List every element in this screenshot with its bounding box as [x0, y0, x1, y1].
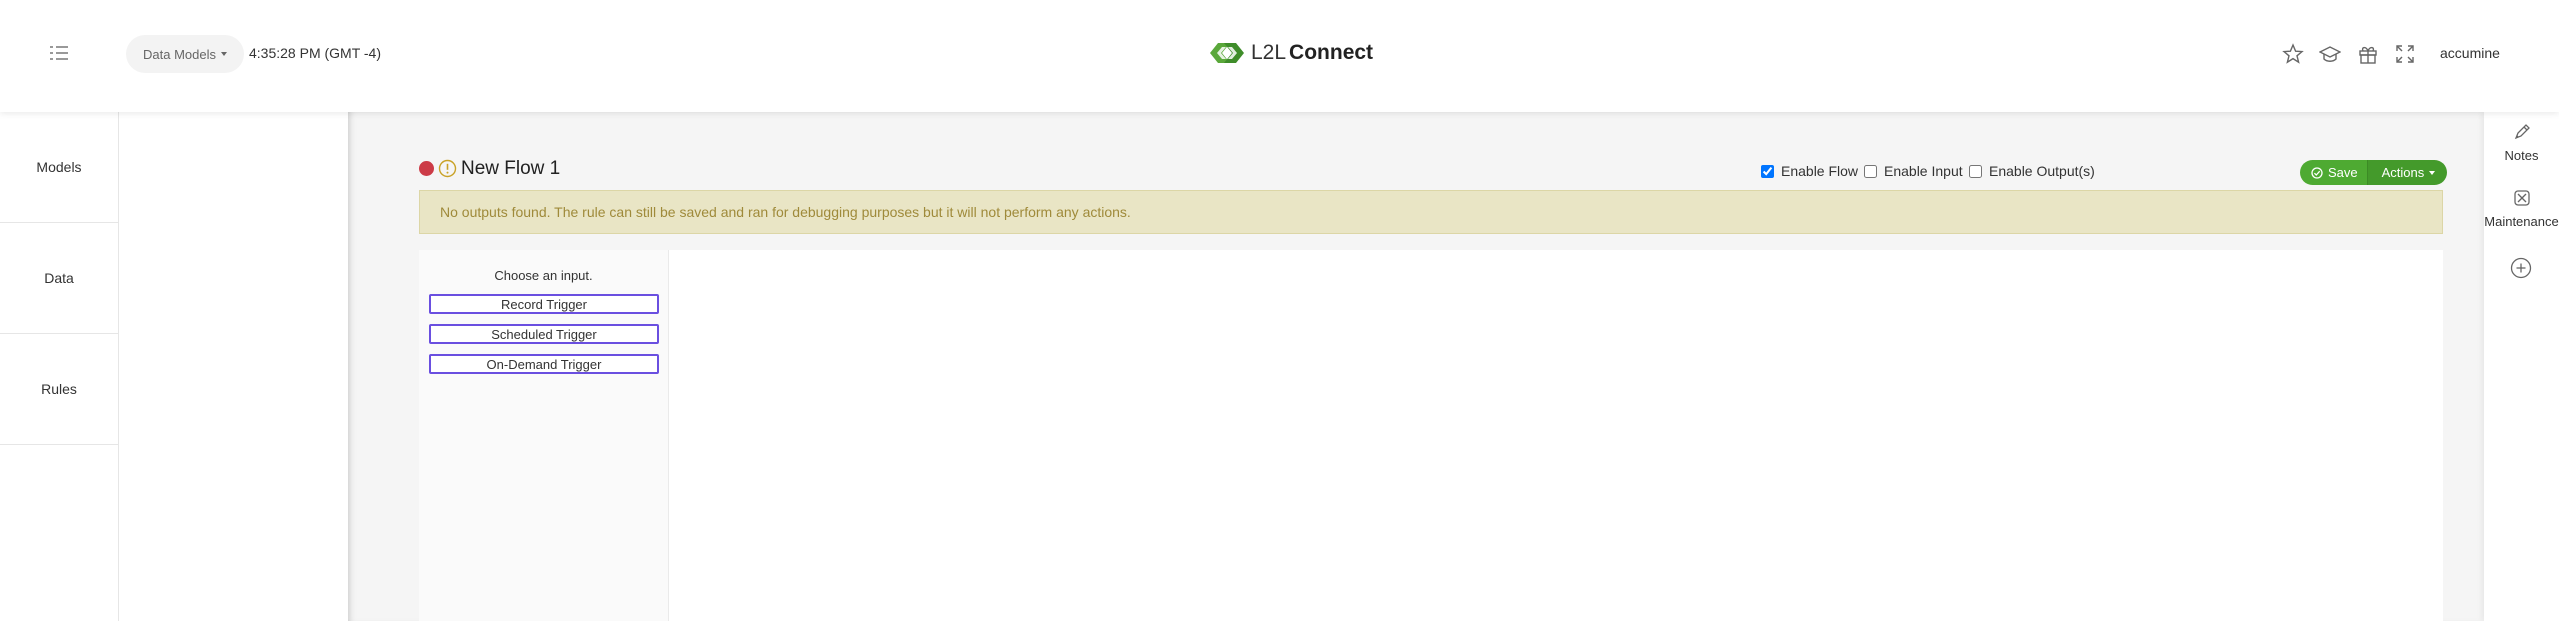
- clock-text: 4:35:28 PM (GMT -4): [249, 45, 382, 61]
- logo-connect-text: Connect: [1289, 41, 1374, 64]
- warning-icon[interactable]: [438, 159, 457, 178]
- l2l-chevrons-logo: [1210, 43, 1244, 63]
- notes-button[interactable]: Notes: [2484, 122, 2559, 163]
- notes-label: Notes: [2504, 148, 2539, 163]
- nav-item-rules[interactable]: Rules: [0, 334, 118, 445]
- caret-down-icon: [220, 52, 227, 56]
- flow-title[interactable]: New Flow 1: [461, 158, 560, 180]
- list-menu-icon[interactable]: [46, 40, 72, 66]
- flow-canvas[interactable]: [419, 250, 2443, 621]
- enable-outputs-checkbox[interactable]: [1969, 164, 1982, 178]
- pen-icon: [2514, 124, 2530, 140]
- enable-flow-toggle[interactable]: Enable Flow: [1761, 163, 1858, 179]
- actions-dropdown-button[interactable]: Actions: [2366, 160, 2448, 185]
- data-models-dropdown-label: Data Models: [143, 46, 216, 62]
- no-outputs-alert: No outputs found. The rule can still be …: [419, 190, 2443, 234]
- maintenance-label: Maintenance: [2484, 214, 2559, 229]
- left-nav: Models Data Rules: [0, 112, 119, 621]
- check-circle-icon: [2311, 166, 2323, 179]
- scheduled-trigger-button[interactable]: Scheduled Trigger: [429, 324, 659, 344]
- choose-input-heading: Choose an input.: [494, 268, 593, 283]
- enable-input-label: Enable Input: [1884, 163, 1963, 179]
- graduation-cap-icon[interactable]: [2318, 43, 2342, 65]
- nav-item-data[interactable]: Data: [0, 223, 118, 334]
- secondary-panel: [119, 112, 348, 621]
- right-rail: Notes Maintenance: [2484, 112, 2559, 621]
- save-button[interactable]: Save: [2300, 160, 2367, 185]
- flow-action-buttons: Save Actions: [2300, 160, 2448, 185]
- fullscreen-icon[interactable]: [2394, 43, 2416, 65]
- maintenance-button[interactable]: Maintenance: [2484, 188, 2559, 229]
- actions-button-label: Actions: [2381, 165, 2425, 180]
- maintenance-icon: [2513, 190, 2530, 206]
- data-models-dropdown[interactable]: Data Models: [126, 35, 244, 73]
- enable-outputs-toggle[interactable]: Enable Output(s): [1969, 163, 2095, 179]
- alert-message: No outputs found. The rule can still be …: [440, 204, 1131, 220]
- record-trigger-button[interactable]: Record Trigger: [429, 294, 659, 314]
- input-chooser-panel: Choose an input. Record Trigger Schedule…: [419, 250, 669, 621]
- top-header: Data Models 4:35:28 PM (GMT -4) L2L Conn…: [0, 0, 2559, 112]
- nav-item-models[interactable]: Models: [0, 112, 118, 223]
- enable-input-checkbox[interactable]: [1864, 164, 1877, 178]
- flow-status-indicator: [419, 161, 434, 176]
- enable-outputs-label: Enable Output(s): [1989, 163, 2095, 179]
- add-icon[interactable]: [2509, 256, 2533, 280]
- on-demand-trigger-button[interactable]: On-Demand Trigger: [429, 354, 659, 374]
- logo-l2l-text: L2L: [1251, 41, 1287, 64]
- enable-flow-label: Enable Flow: [1781, 163, 1859, 179]
- caret-down-icon: [2429, 170, 2436, 175]
- save-button-label: Save: [2328, 165, 2358, 180]
- gift-icon[interactable]: [2357, 43, 2379, 65]
- enable-input-toggle[interactable]: Enable Input: [1864, 163, 1963, 179]
- star-icon[interactable]: [2282, 43, 2304, 65]
- app-logo[interactable]: L2L Connect: [1209, 41, 1373, 65]
- enable-flow-checkbox[interactable]: [1761, 164, 1774, 178]
- user-menu[interactable]: accumine: [2440, 45, 2500, 61]
